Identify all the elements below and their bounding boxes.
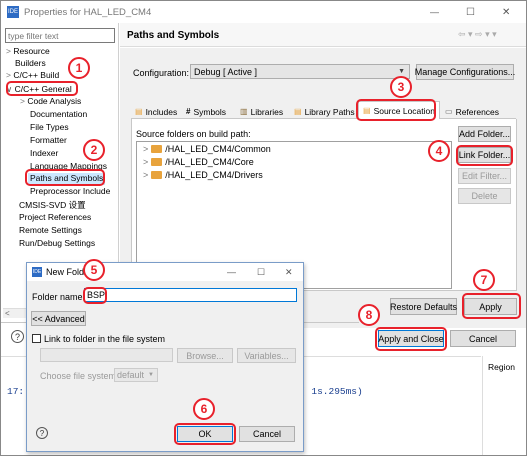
tree-item-indexer[interactable]: Indexer <box>30 148 58 160</box>
highlight-cpp-general <box>6 81 78 96</box>
config-select[interactable]: Debug [ Active ] ▼ <box>190 64 410 79</box>
folder-icon <box>151 171 163 179</box>
region-header: Region <box>488 362 515 372</box>
tree-item-builders[interactable]: Builders <box>15 58 46 70</box>
window-title: Properties for HAL_LED_CM4 <box>24 6 152 18</box>
folder-name-label: Folder name: <box>32 292 86 302</box>
dialog-maximize-button[interactable]: ☐ <box>257 267 265 278</box>
tree-item-documentation[interactable]: Documentation <box>30 109 87 121</box>
close-button[interactable]: ✕ <box>502 7 510 18</box>
highlight-link-folder <box>456 145 513 166</box>
hash-icon: # <box>186 106 191 116</box>
source-folders-label: Source folders on build path: <box>136 129 251 139</box>
list-item[interactable]: >/HAL_LED_CM4/Drivers <box>143 170 263 180</box>
tab-library-paths[interactable]: ▤ Library Paths <box>290 104 359 119</box>
tree-item-project-references[interactable]: Project References <box>19 212 91 224</box>
scroll-left-icon[interactable]: < <box>5 309 10 318</box>
tab-includes[interactable]: ▤ Includes <box>131 104 181 119</box>
dialog-app-icon: IDE <box>32 267 42 277</box>
config-label: Configuration: <box>133 68 190 78</box>
chevron-down-icon: ▼ <box>148 372 154 378</box>
add-folder-button[interactable]: Add Folder... <box>458 126 511 142</box>
include-folder-icon: ▤ <box>135 106 143 116</box>
tree-item-code-analysis[interactable]: > Code Analysis <box>20 96 81 108</box>
list-item[interactable]: >/HAL_LED_CM4/Common <box>143 144 271 154</box>
tree-item-preprocessor-include[interactable]: Preprocessor Include <box>30 186 110 198</box>
config-select-value: Debug [ Active ] <box>194 66 258 77</box>
annotation-4: 4 <box>428 140 450 162</box>
dialog-minimize-button[interactable]: — <box>227 267 236 277</box>
library-folder-icon: ▤ <box>294 106 302 116</box>
dialog-cancel-button[interactable]: Cancel <box>239 426 295 442</box>
browse-button[interactable]: Browse... <box>177 348 233 363</box>
manage-configurations-button[interactable]: Manage Configurations... <box>415 64 515 80</box>
highlight-paths-and-symbols <box>25 169 105 186</box>
folder-icon <box>151 158 163 166</box>
tree-item-cmsis-svd[interactable]: CMSIS-SVD 设置 <box>19 199 86 211</box>
highlight-apply-and-close <box>375 327 447 351</box>
link-checkbox[interactable] <box>32 334 41 343</box>
expand-chevron-icon[interactable]: > <box>143 144 148 154</box>
delete-button[interactable]: Delete <box>458 188 511 204</box>
help-icon[interactable]: ? <box>11 330 24 343</box>
annotation-7: 7 <box>473 269 495 291</box>
tree-item-formatter[interactable]: Formatter <box>30 135 67 147</box>
tree-item-file-types[interactable]: File Types <box>30 122 69 134</box>
link-checkbox-label: Link to folder in the file system <box>44 334 166 344</box>
history-nav-icons[interactable]: ⇦ ▾ ⇨ ▾ ▾ <box>458 29 497 40</box>
tab-symbols[interactable]: # Symbols <box>182 104 230 119</box>
dialog-help-icon[interactable]: ? <box>36 427 48 439</box>
choose-fs-value: default <box>117 370 145 380</box>
filter-input[interactable] <box>5 28 115 43</box>
expand-chevron-icon[interactable]: > <box>143 157 148 167</box>
dialog-title-bar: IDE New Folder — ☐ ✕ <box>27 263 303 281</box>
list-item[interactable]: >/HAL_LED_CM4/Core <box>143 157 254 167</box>
highlight-apply <box>462 293 521 319</box>
chevron-down-icon: ▼ <box>398 68 405 75</box>
annotation-8: 8 <box>358 304 380 326</box>
expand-chevron-icon[interactable]: > <box>143 170 148 180</box>
tree-item-run-debug-settings[interactable]: Run/Debug Settings <box>19 238 95 250</box>
highlight-ok <box>174 423 236 445</box>
maximize-button[interactable]: ☐ <box>466 7 475 18</box>
tree-item-remote-settings[interactable]: Remote Settings <box>19 225 82 237</box>
highlight-source-location-tab <box>356 99 436 121</box>
references-icon: ▭ <box>445 106 453 116</box>
library-icon: ▥ <box>240 106 248 116</box>
annotation-3: 3 <box>390 76 412 98</box>
annotation-1: 1 <box>68 57 90 79</box>
tree-item-resource[interactable]: > Resource <box>6 46 50 58</box>
link-path-field[interactable] <box>40 348 173 362</box>
annotation-5: 5 <box>83 259 105 281</box>
panel-title: Paths and Symbols <box>127 30 220 41</box>
title-bar: IDE Properties for HAL_LED_CM4 — ☐ ✕ <box>1 1 526 23</box>
minimize-button[interactable]: — <box>430 7 439 17</box>
restore-defaults-button[interactable]: Restore Defaults <box>390 298 457 315</box>
tab-references[interactable]: ▭ References <box>441 104 503 119</box>
cancel-button[interactable]: Cancel <box>450 330 516 347</box>
highlight-folder-name <box>83 287 107 304</box>
choose-fs-select[interactable]: default ▼ <box>114 368 158 382</box>
folder-icon <box>151 145 163 153</box>
folder-name-field[interactable]: BSP <box>84 288 297 302</box>
app-icon: IDE <box>7 6 19 18</box>
console-line-prefix: 17: <box>7 386 25 397</box>
console-line-tail: ( 1s.295ms) <box>300 386 363 397</box>
annotation-6: 6 <box>193 398 215 420</box>
edit-filter-button[interactable]: Edit Filter... <box>458 168 511 184</box>
tab-libraries[interactable]: ▥ Libraries <box>236 104 287 119</box>
choose-fs-label: Choose file system: <box>40 371 119 381</box>
variables-button[interactable]: Variables... <box>237 348 296 363</box>
advanced-button[interactable]: << Advanced <box>31 311 86 326</box>
annotation-2: 2 <box>83 139 105 161</box>
dialog-close-button[interactable]: ✕ <box>285 267 293 278</box>
